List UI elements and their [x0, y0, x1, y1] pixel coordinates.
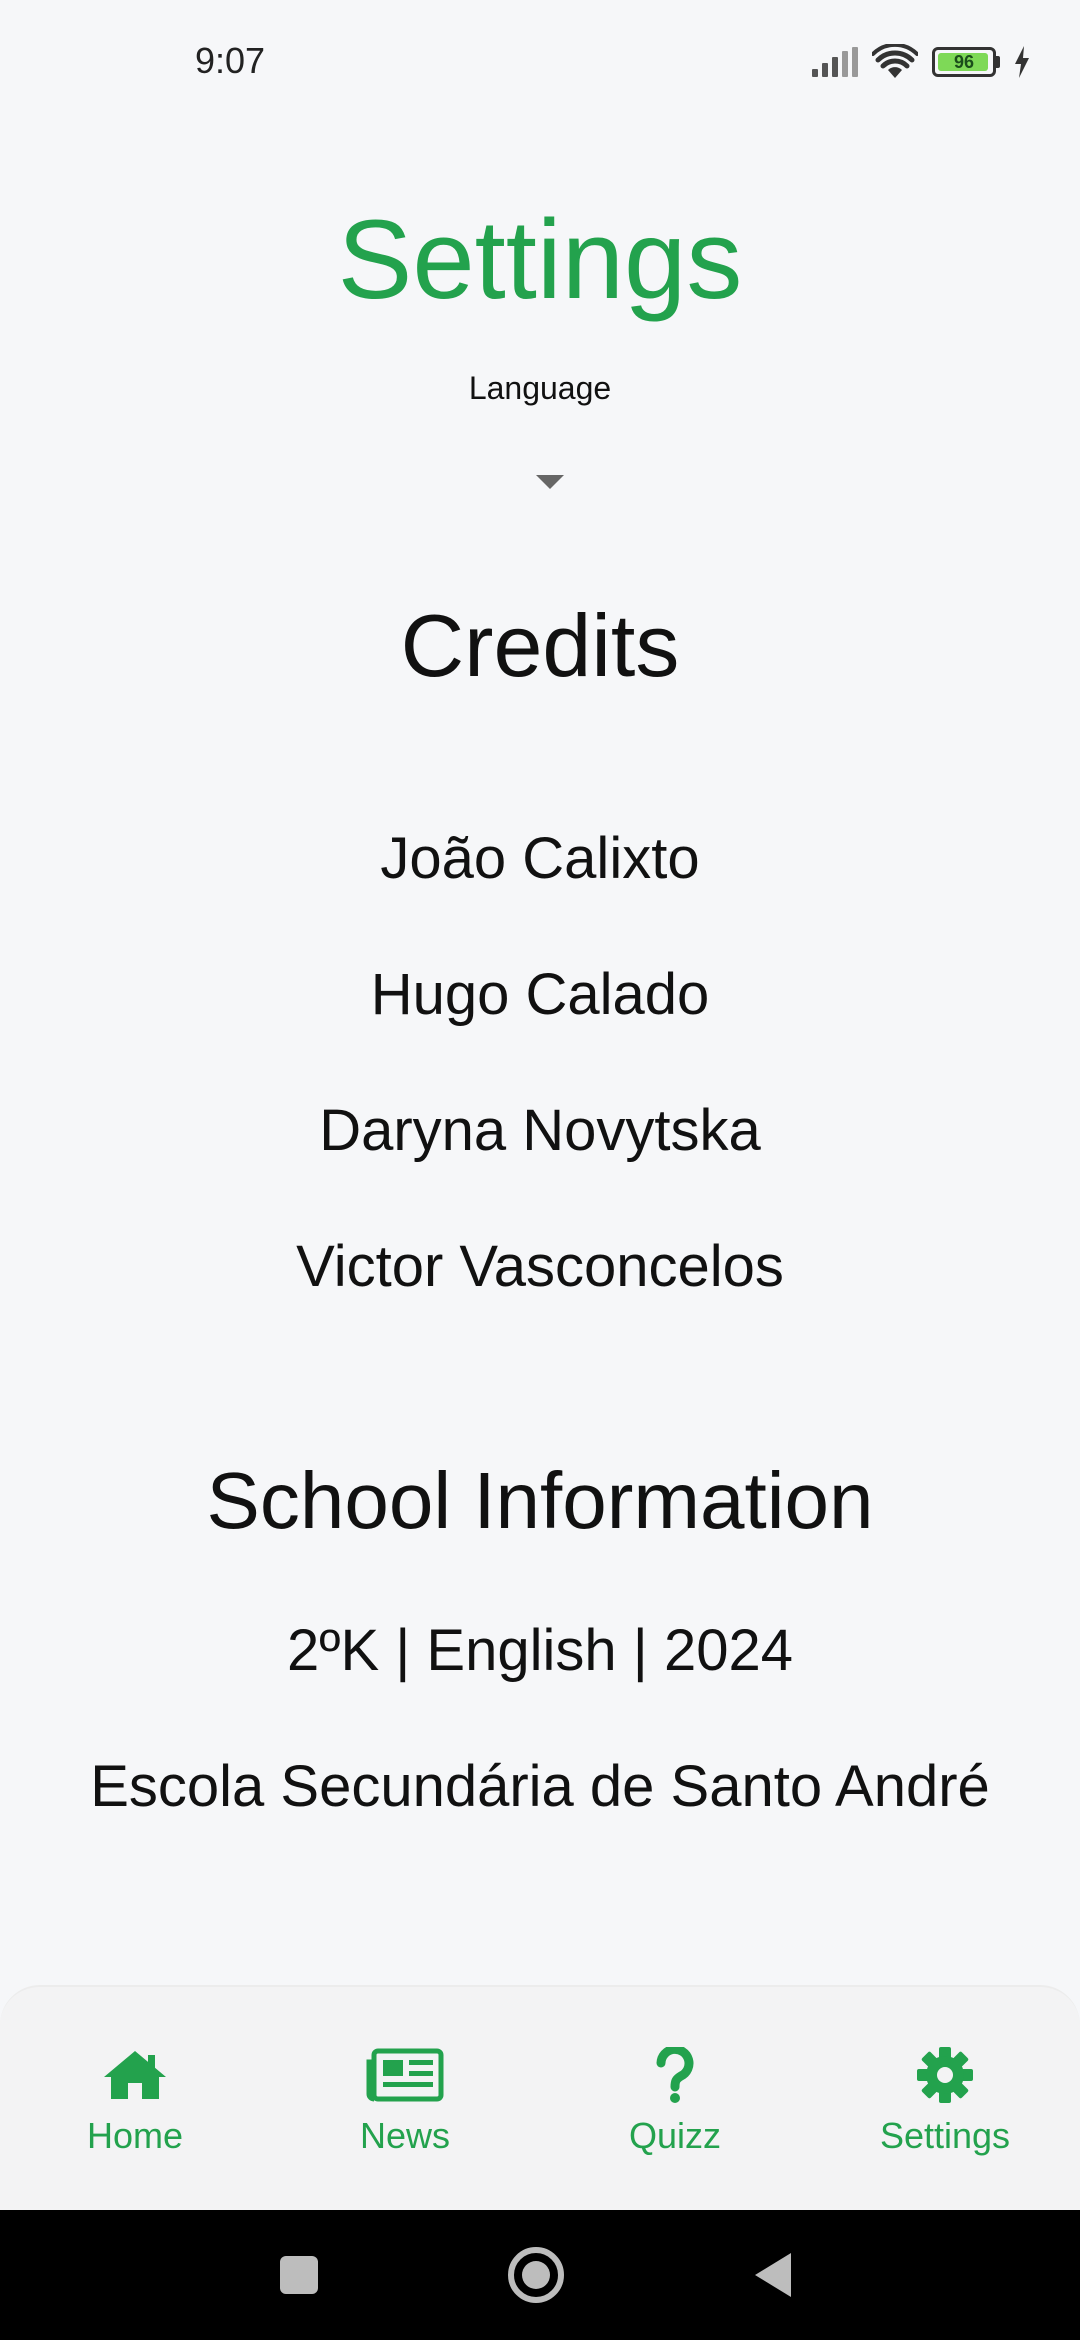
- status-time: 9:07: [195, 40, 266, 81]
- charging-icon: [1015, 46, 1029, 78]
- school-name: Escola Secundária de Santo André: [90, 1754, 990, 1819]
- recents-button[interactable]: [280, 2256, 318, 2294]
- school-info-heading: School Information: [206, 1456, 874, 1545]
- credits-heading: Credits: [400, 596, 680, 695]
- nav-item-settings[interactable]: Settings: [810, 1987, 1080, 2210]
- page-title: Settings: [337, 197, 743, 322]
- nav-item-news[interactable]: News: [270, 1987, 540, 2210]
- battery-icon: 96: [932, 47, 1000, 77]
- newspaper-icon: [366, 2048, 444, 2102]
- credit-name: João Calixto: [380, 826, 700, 891]
- nav-label: Settings: [879, 2115, 1011, 2156]
- status-bar: 9:07 96: [0, 0, 1080, 120]
- battery-level: 96: [953, 51, 975, 72]
- home-icon: [104, 2051, 166, 2099]
- gear-icon: [917, 2047, 973, 2103]
- home-system-button[interactable]: [508, 2247, 564, 2303]
- language-dropdown-arrow-icon[interactable]: [536, 475, 564, 489]
- credit-name: Hugo Calado: [370, 962, 710, 1027]
- nav-label: Home: [86, 2115, 184, 2156]
- wifi-icon: [872, 44, 918, 78]
- status-icons: 96: [812, 44, 1030, 80]
- signal-icon: [812, 47, 858, 77]
- nav-label: News: [359, 2115, 451, 2156]
- credit-name: Daryna Novytska: [319, 1098, 761, 1163]
- language-label: Language: [468, 370, 612, 406]
- school-class-info: 2ºK | English | 2024: [287, 1618, 793, 1683]
- nav-item-quizz[interactable]: Quizz: [540, 1987, 810, 2210]
- nav-item-home[interactable]: Home: [0, 1987, 270, 2210]
- settings-screen: 9:07 96 Settings Language Credits João C…: [0, 0, 1080, 2340]
- system-nav-bar: [0, 2210, 1080, 2340]
- nav-label: Quizz: [628, 2115, 722, 2156]
- bottom-nav: Home News Quizz Settings: [0, 1985, 1080, 2210]
- credit-name: Victor Vasconcelos: [296, 1234, 784, 1299]
- question-icon: [656, 2047, 694, 2103]
- back-button[interactable]: [755, 2253, 791, 2297]
